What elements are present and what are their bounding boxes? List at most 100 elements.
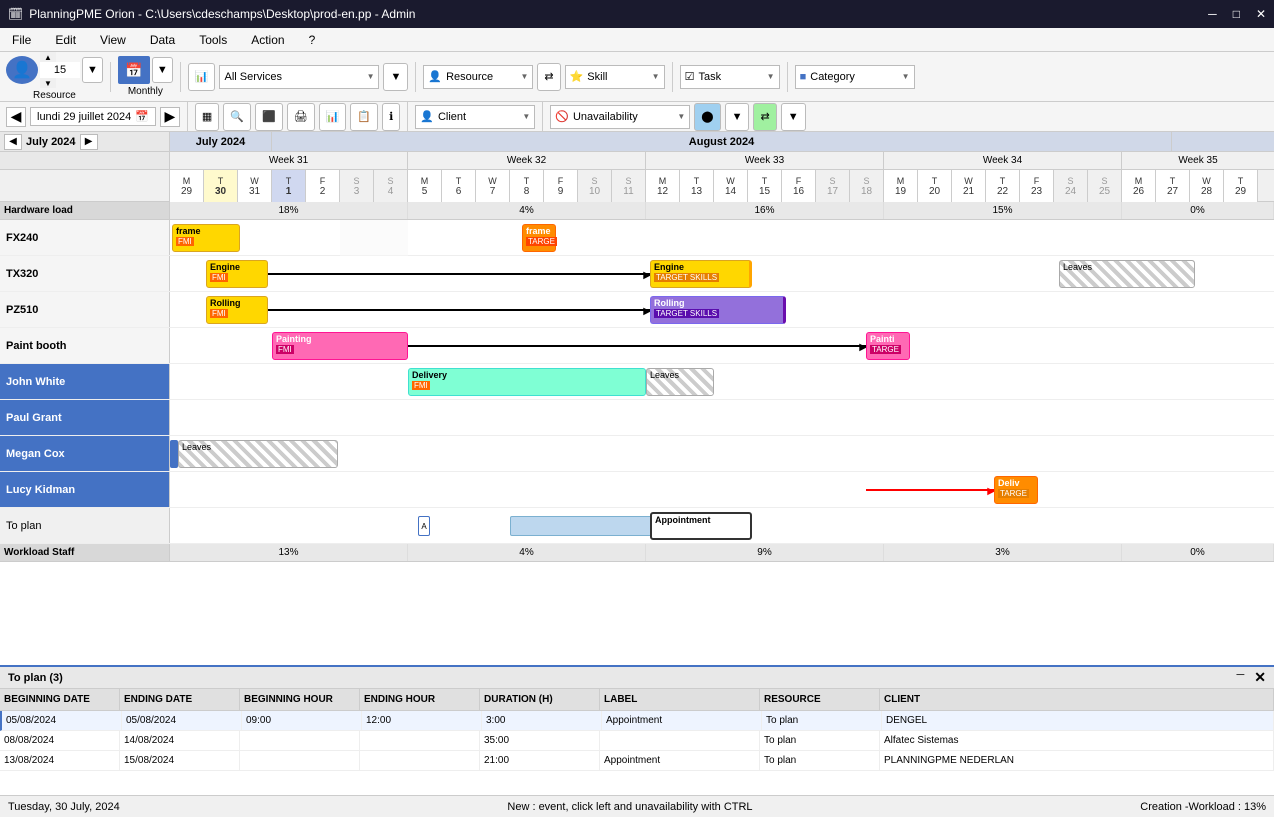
maximize-button[interactable]: □	[1233, 7, 1240, 21]
cell-end-date-3: 15/08/2024	[120, 751, 240, 770]
panel-close[interactable]: ✕	[1254, 669, 1266, 686]
month-empty	[1172, 132, 1274, 151]
menu-help[interactable]: ?	[305, 31, 320, 49]
cell-label-1: Appointment	[602, 711, 762, 730]
task-to-plan-a[interactable]: A	[418, 516, 430, 536]
resource-count-input[interactable]	[40, 62, 80, 78]
filter-button[interactable]: ▼	[383, 63, 408, 91]
week-31: Week 31	[170, 152, 408, 169]
client-dropdown[interactable]: 👤 Client ▼	[415, 105, 535, 129]
paul-grant-label: Paul Grant	[0, 400, 170, 435]
menu-data[interactable]: Data	[146, 31, 179, 49]
panel-minimize[interactable]: ─	[1236, 669, 1244, 686]
col-beginning-hour: BEGINNING HOUR	[240, 689, 360, 710]
swap-button[interactable]: ⇄	[537, 63, 560, 91]
resource-count-down[interactable]: ▼	[40, 78, 56, 88]
to-plan-content[interactable]: A Appointment	[170, 508, 1274, 543]
task-dropdown[interactable]: ☑ Task ▼	[680, 65, 780, 89]
task-tx320-engine1[interactable]: Engine FMI	[206, 260, 268, 288]
grid-view-btn[interactable]: ▦	[195, 103, 219, 131]
table-row[interactable]: 13/08/2024 15/08/2024 21:00 Appointment …	[0, 751, 1274, 771]
resource-count-up[interactable]: ▲	[40, 52, 56, 62]
gantt-nav-left[interactable]: ◀	[4, 134, 22, 150]
task-tx320-engine2[interactable]: Engine TARGET SKILLS	[650, 260, 752, 288]
highlight-btn[interactable]: ⬛	[255, 103, 283, 131]
search-btn[interactable]: 🔍	[223, 103, 251, 131]
resource-filter-dropdown[interactable]: 👤 Resource ▼	[423, 65, 533, 89]
task-fx240-frame2[interactable]: frame TARGE	[522, 224, 556, 252]
task-pz510-rolling1[interactable]: Rolling FMI	[206, 296, 268, 324]
print-btn[interactable]: 🖨	[287, 103, 315, 131]
pz510-content[interactable]: Rolling FMI ▶ Rolling TARGET SKILLS	[170, 292, 1274, 327]
megan-indicator	[170, 440, 178, 468]
task-john-leaves[interactable]: Leaves	[646, 368, 714, 396]
lucy-kidman-content[interactable]: ▶ Deliv TARGE	[170, 472, 1274, 507]
resource-dropdown[interactable]: ▼	[82, 57, 103, 83]
cell-begin-hour-2	[240, 731, 360, 750]
lucy-deliv-name: Deliv	[998, 478, 1034, 488]
menu-edit[interactable]: Edit	[51, 31, 80, 49]
toggle1-dropdown[interactable]: ▼	[725, 103, 750, 131]
chart-icon-btn[interactable]: 📊	[188, 63, 216, 91]
menu-action[interactable]: Action	[247, 31, 288, 49]
unavailability-dropdown[interactable]: 🚫 Unavailability ▼	[550, 105, 690, 129]
rolling1-name: Rolling	[210, 298, 264, 308]
day-cell: W 28	[1190, 170, 1224, 202]
tx320-content[interactable]: Engine FMI ▶ Engine TARGET SKILLS Leaves	[170, 256, 1274, 291]
tx320-label: TX320	[0, 256, 170, 291]
paint-booth-content[interactable]: Painting FMI ▶ Painti TARGE	[170, 328, 1274, 363]
services-dropdown[interactable]: All Services ▼	[219, 65, 379, 89]
category-dropdown[interactable]: ■ Category ▼	[795, 65, 915, 89]
day-cell: M 29	[170, 170, 204, 202]
task-tx320-leaves[interactable]: Leaves	[1059, 260, 1195, 288]
date-selector[interactable]: lundi 29 juillet 2024 📅	[30, 107, 156, 126]
table-row[interactable]: 08/08/2024 14/08/2024 35:00 To plan Alfa…	[0, 731, 1274, 751]
day-cell: S 17	[816, 170, 850, 202]
toggle1-btn[interactable]: ⬤	[694, 103, 720, 131]
cell-end-hour-1: 12:00	[362, 711, 482, 730]
day-cell: T 29	[1224, 170, 1258, 202]
task-pz510-rolling2[interactable]: Rolling TARGET SKILLS	[650, 296, 786, 324]
toggle2-btn[interactable]: ⇄	[753, 103, 776, 131]
close-button[interactable]: ✕	[1256, 7, 1266, 21]
wl-0a: 0%	[1122, 202, 1274, 219]
table-row[interactable]: 05/08/2024 05/08/2024 09:00 12:00 3:00 A…	[0, 711, 1274, 731]
monthly-dropdown[interactable]: ▼	[152, 57, 173, 83]
john-white-content[interactable]: Delivery FMI Leaves	[170, 364, 1274, 399]
day-cell: T 13	[680, 170, 714, 202]
megan-cox-label: Megan Cox	[0, 436, 170, 471]
toggle2-dropdown[interactable]: ▼	[781, 103, 806, 131]
gantt-nav-cell: ◀ July 2024 ▶	[0, 132, 170, 151]
workload-staff-values: 13% 4% 9% 3% 0%	[170, 544, 1274, 561]
nav-next-button[interactable]: ▶	[160, 107, 180, 127]
skill-icon: ⭐	[570, 70, 584, 83]
fx240-content[interactable]: frame FMI frame TARGE	[170, 220, 1274, 255]
john-white-row: John White Delivery FMI Leaves	[0, 364, 1274, 400]
nav-prev-button[interactable]: ◀	[6, 107, 26, 127]
col-duration: DURATION (H)	[480, 689, 600, 710]
menu-file[interactable]: File	[8, 31, 35, 49]
task-label: Task	[698, 71, 721, 83]
task-megan-leaves[interactable]: Leaves	[178, 440, 338, 468]
task-painting1[interactable]: Painting FMI	[272, 332, 408, 360]
col-client: CLIENT	[880, 689, 1274, 710]
task-delivery[interactable]: Delivery FMI	[408, 368, 646, 396]
menu-view[interactable]: View	[96, 31, 130, 49]
task-appointment[interactable]: Appointment	[650, 512, 752, 540]
task-lucy-deliv[interactable]: Deliv TARGE	[994, 476, 1038, 504]
task-fx240-frame1[interactable]: frame FMI	[172, 224, 240, 252]
info-btn[interactable]: ℹ	[382, 103, 400, 131]
menu-tools[interactable]: Tools	[195, 31, 231, 49]
wl-16: 16%	[646, 202, 884, 219]
excel-btn[interactable]: 📋	[350, 103, 378, 131]
gantt-nav-right[interactable]: ▶	[80, 134, 98, 150]
megan-cox-content[interactable]: Leaves	[170, 436, 1274, 471]
chart-btn[interactable]: 📊	[319, 103, 347, 131]
minimize-button[interactable]: ─	[1208, 7, 1217, 21]
skill-arrow: ▼	[652, 72, 660, 81]
week-33: Week 33	[646, 152, 884, 169]
paul-grant-content[interactable]	[170, 400, 1274, 435]
day-cell: F 23	[1020, 170, 1054, 202]
skill-dropdown[interactable]: ⭐ Skill ▼	[565, 65, 665, 89]
task-painting2[interactable]: Painti TARGE	[866, 332, 910, 360]
